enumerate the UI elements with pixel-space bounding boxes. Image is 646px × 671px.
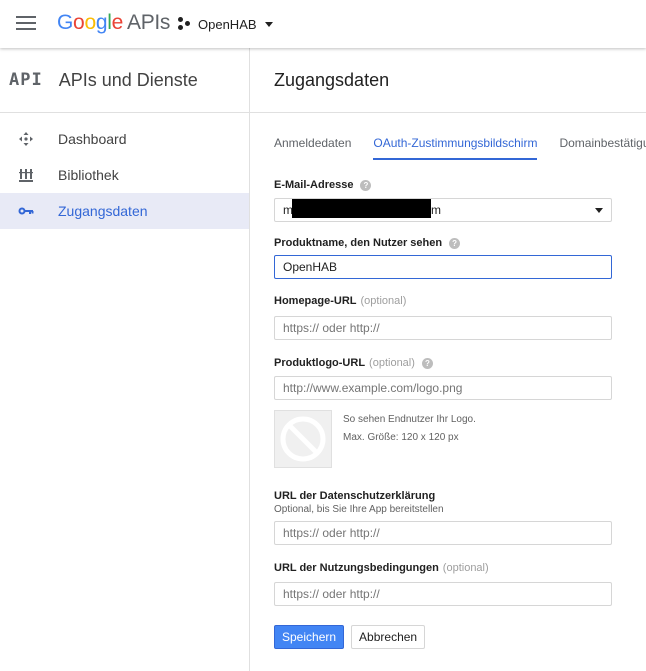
google-apis-logo[interactable]: Google APIs xyxy=(57,11,170,35)
sidebar: API APIs und Dienste Dashboard Bibliothe… xyxy=(0,48,250,671)
save-button[interactable]: Speichern xyxy=(274,625,345,649)
help-icon[interactable]: ? xyxy=(360,179,372,191)
key-icon xyxy=(17,202,35,220)
main-content: Zugangsdaten Anmeldedaten OAuth-Zustimmun… xyxy=(250,48,646,671)
no-image-icon xyxy=(274,410,332,468)
help-icon[interactable]: ? xyxy=(449,237,461,249)
oauth-consent-form: E-Mail-Adresse? m m Produktname, den Nut… xyxy=(274,179,612,649)
logo-url-label: Produktlogo-URL (optional)? xyxy=(274,357,612,369)
tab-credentials[interactable]: Anmeldedaten xyxy=(274,124,351,158)
logo-preview: So sehen Endnutzer Ihr Logo. Max. Größe:… xyxy=(274,410,612,468)
product-name-input[interactable]: OpenHAB xyxy=(274,255,612,279)
help-icon[interactable]: ? xyxy=(421,357,433,369)
sidebar-item-library[interactable]: Bibliothek xyxy=(0,157,249,193)
project-icon xyxy=(178,17,192,31)
email-select[interactable]: m m xyxy=(274,198,612,222)
homepage-url-input[interactable]: https:// oder http:// xyxy=(274,316,612,340)
chevron-down-icon xyxy=(264,21,273,27)
api-logo-icon: API xyxy=(9,70,43,90)
google-wordmark: Google xyxy=(57,11,123,34)
sidebar-item-credentials[interactable]: Zugangsdaten xyxy=(0,193,249,229)
top-app-bar: Google APIs OpenHAB xyxy=(0,0,646,48)
sidebar-item-label: Bibliothek xyxy=(58,167,119,183)
project-selector[interactable]: OpenHAB xyxy=(178,12,273,36)
sidebar-header: API APIs und Dienste xyxy=(0,48,249,113)
product-name-label: Produktname, den Nutzer sehen? xyxy=(274,237,612,249)
privacy-url-label: URL der Datenschutzerklärung xyxy=(274,490,436,502)
terms-url-label: URL der Nutzungsbedingungen (optional) xyxy=(274,562,489,574)
form-actions: Speichern Abbrechen xyxy=(274,625,612,649)
homepage-label: Homepage-URL (optional) xyxy=(274,295,407,307)
logo-apis-text: APIs xyxy=(126,11,171,34)
sidebar-item-label: Zugangsdaten xyxy=(58,203,148,219)
privacy-url-subtitle: Optional, bis Sie Ihre App bereitstellen xyxy=(274,504,444,515)
chevron-down-icon xyxy=(595,208,603,213)
sidebar-item-dashboard[interactable]: Dashboard xyxy=(0,121,249,157)
redacted-block xyxy=(292,199,431,218)
sidebar-title: APIs und Dienste xyxy=(58,69,198,90)
privacy-url-input[interactable]: https:// oder http:// xyxy=(274,521,612,545)
dashboard-icon xyxy=(17,130,35,148)
cancel-button[interactable]: Abbrechen xyxy=(351,625,426,649)
menu-icon[interactable] xyxy=(16,16,36,32)
sidebar-nav: Dashboard Bibliothek Zugangsdaten xyxy=(0,113,249,229)
library-icon xyxy=(17,166,35,184)
tab-domain-verification[interactable]: Domainbestätigung xyxy=(559,124,646,158)
page-title: Zugangsdaten xyxy=(250,48,646,113)
tab-bar: Anmeldedaten OAuth-Zustimmungsbildschirm D… xyxy=(274,124,646,160)
sidebar-item-label: Dashboard xyxy=(58,131,127,147)
terms-url-input[interactable]: https:// oder http:// xyxy=(274,582,612,606)
logo-url-input[interactable]: http://www.example.com/logo.png xyxy=(274,376,612,400)
logo-hint: So sehen Endnutzer Ihr Logo. Max. Größe:… xyxy=(343,414,476,443)
project-name: OpenHAB xyxy=(198,16,257,32)
tab-oauth-consent[interactable]: OAuth-Zustimmungsbildschirm xyxy=(373,124,538,160)
email-label: E-Mail-Adresse? xyxy=(274,179,612,191)
